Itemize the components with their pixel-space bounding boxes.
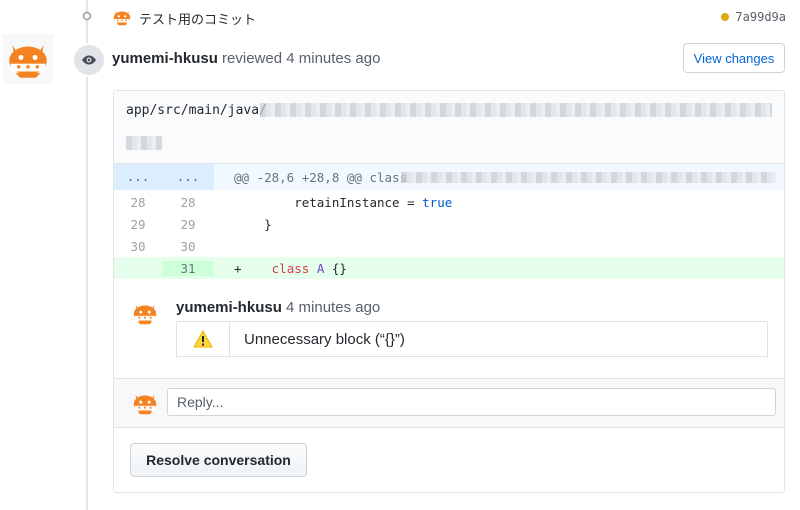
warning-icon xyxy=(177,322,230,356)
status-pending-icon[interactable] xyxy=(721,13,730,21)
reply-input[interactable] xyxy=(167,388,776,416)
code-line: } xyxy=(234,216,272,232)
new-line-number[interactable]: 29 xyxy=(162,217,214,232)
resolve-conversation-button[interactable]: Resolve conversation xyxy=(130,443,307,477)
review-thread-card: app/src/main/java/ ... ... @@ -28,6 +28,… xyxy=(113,90,785,493)
view-changes-button[interactable]: View changes xyxy=(683,43,785,73)
hunk-header-text: @@ -28,6 +28,8 @@ class xyxy=(234,169,408,185)
old-line-number[interactable]: 30 xyxy=(114,239,162,254)
review-action: reviewed 4 minutes ago xyxy=(222,50,381,67)
diff-line: 29 29 } xyxy=(114,213,784,235)
addition-marker: + xyxy=(234,260,242,276)
new-line-number[interactable]: 28 xyxy=(162,195,214,210)
reviewer-avatar[interactable] xyxy=(3,34,53,84)
lint-warning-table: Unnecessary block (“{}”) xyxy=(176,321,768,357)
code-line: + class A {} xyxy=(234,260,347,276)
commit-status: 7a99d9a xyxy=(721,10,786,24)
new-line-number[interactable]: 31 xyxy=(162,260,214,276)
file-header: app/src/main/java/ xyxy=(114,91,784,164)
redacted-class-name xyxy=(401,172,776,183)
current-user-avatar[interactable] xyxy=(130,388,160,418)
expand-down-button[interactable]: ... xyxy=(162,164,214,190)
warning-message: Unnecessary block (“{}”) xyxy=(244,330,405,348)
old-line-number[interactable]: 29 xyxy=(114,217,162,232)
git-commit-icon xyxy=(82,11,92,21)
eye-icon xyxy=(72,43,106,77)
diff-line: 28 28 retainInstance = true xyxy=(114,191,784,213)
diff-hunk-header: ... ... @@ -28,6 +28,8 @@ class xyxy=(114,164,784,190)
diff-line-added: 31 + class A {} xyxy=(114,257,784,279)
review-header: yumemi-hkusu reviewed 4 minutes ago xyxy=(112,50,380,67)
commit-author-avatar[interactable] xyxy=(111,6,133,28)
comment-header: yumemi-hkusu 4 minutes ago xyxy=(176,299,380,316)
code-line: retainInstance = true xyxy=(234,194,453,210)
old-line-number[interactable]: 28 xyxy=(114,195,162,210)
diff-line: 30 30 xyxy=(114,235,784,257)
comment-author-avatar[interactable] xyxy=(130,298,160,328)
comment-author[interactable]: yumemi-hkusu xyxy=(176,299,282,316)
review-author[interactable]: yumemi-hkusu xyxy=(112,50,218,67)
file-path[interactable]: app/src/main/java/ xyxy=(126,103,267,118)
commit-message[interactable]: テスト用のコミット xyxy=(139,9,256,28)
expand-up-button[interactable]: ... xyxy=(114,164,162,190)
reply-bar xyxy=(114,378,784,428)
new-line-number[interactable]: 30 xyxy=(162,239,214,254)
redacted-path xyxy=(260,103,772,117)
comment-time[interactable]: 4 minutes ago xyxy=(286,299,380,316)
redacted-path-continuation xyxy=(126,136,162,150)
commit-sha[interactable]: 7a99d9a xyxy=(735,10,786,24)
